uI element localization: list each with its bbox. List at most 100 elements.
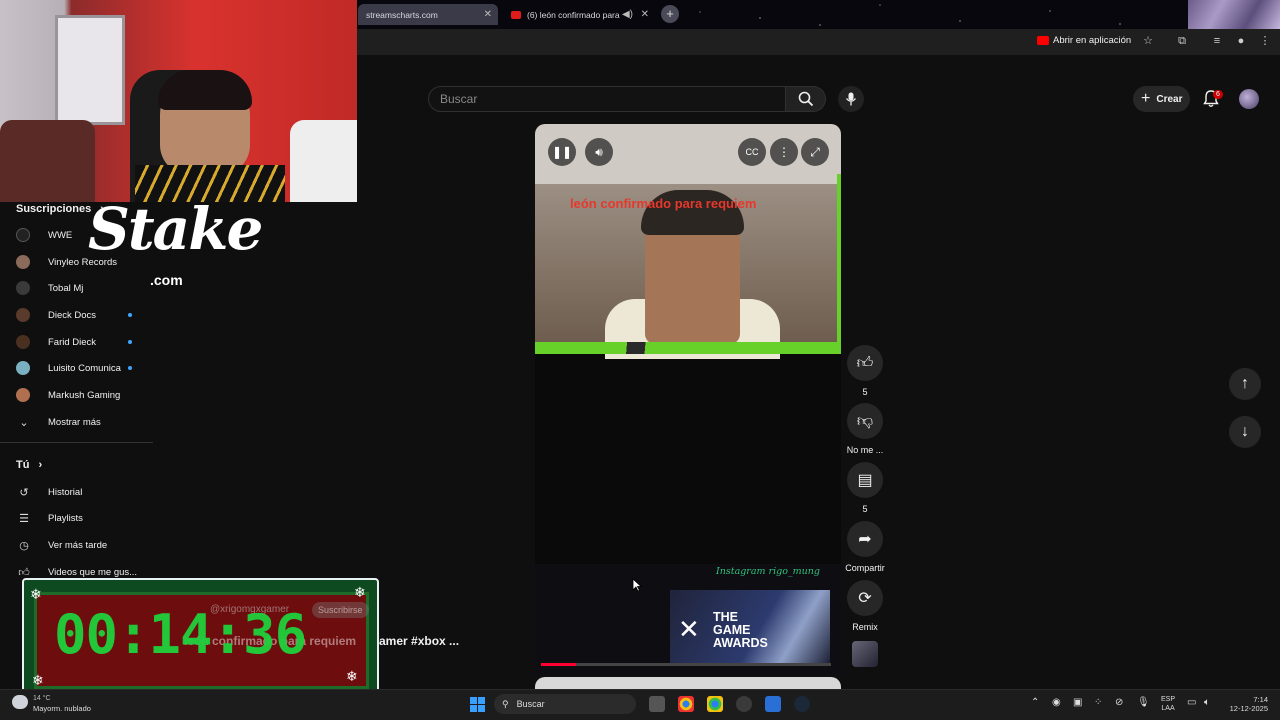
open-in-app-button[interactable]: Abrir en aplicación bbox=[1037, 35, 1131, 46]
sidebar-item-markush-gaming[interactable]: Markush Gaming bbox=[16, 384, 156, 406]
pause-button[interactable]: ❚❚ bbox=[548, 138, 576, 166]
next-short-peek bbox=[535, 677, 841, 689]
channel-avatar bbox=[16, 308, 30, 322]
search-icon bbox=[798, 91, 813, 107]
new-content-dot bbox=[128, 366, 132, 370]
sidebar-item-playlists[interactable]: ☰ Playlists bbox=[16, 507, 156, 529]
you-heading[interactable]: Tú › bbox=[16, 459, 42, 471]
remix-label: Remix bbox=[852, 622, 878, 632]
like-action[interactable]: 👍︎ 5 bbox=[846, 345, 884, 397]
discord-icon[interactable]: ◉ bbox=[1052, 697, 1061, 708]
photos-icon[interactable] bbox=[765, 696, 781, 712]
microphone-icon[interactable]: 🎙︎ bbox=[1137, 697, 1150, 708]
speaker-icon[interactable]: ◀) bbox=[622, 9, 633, 20]
keyboard-language[interactable]: ESP LAA bbox=[1161, 695, 1175, 713]
tab-youtube-short[interactable]: (6) león confirmado para ◀) ✕ bbox=[503, 4, 655, 25]
instagram-tag: Instagram rigo_mung bbox=[716, 566, 820, 577]
sidebar-divider bbox=[0, 442, 153, 443]
new-tab-button[interactable]: + bbox=[661, 5, 679, 23]
task-view-icon[interactable] bbox=[649, 696, 665, 712]
shorts-player[interactable]: león confirmado para requiem ❚❚ 🔊︎ CC ⋮ … bbox=[535, 124, 841, 564]
like-count: 5 bbox=[862, 387, 868, 397]
display-icon[interactable]: ▭ bbox=[1187, 697, 1196, 708]
comments-action[interactable]: ▤ 5 bbox=[846, 462, 884, 514]
remix-button[interactable]: ⟳ bbox=[847, 580, 883, 616]
webcam-background-sofa bbox=[0, 120, 95, 202]
tray-grid-icon[interactable]: ⁘ bbox=[1094, 697, 1102, 708]
network-icon[interactable]: ⊘ bbox=[1115, 697, 1123, 708]
windows-start-button[interactable] bbox=[470, 697, 485, 712]
captions-icon: CC bbox=[745, 147, 759, 157]
pause-icon: ❚❚ bbox=[551, 145, 573, 159]
close-icon[interactable]: ✕ bbox=[641, 9, 649, 20]
arrow-up-icon: ↑ bbox=[1241, 375, 1249, 392]
sidebar-item-label: Historial bbox=[48, 486, 83, 498]
clock-date: 12-12-2025 bbox=[1229, 704, 1268, 713]
dislike-action[interactable]: 👎︎ No me ... bbox=[846, 403, 884, 455]
tray-app-icon[interactable]: ▣ bbox=[1073, 697, 1082, 708]
new-content-dot bbox=[128, 313, 132, 317]
tab-streamscharts[interactable]: streamscharts.com ✕ bbox=[358, 4, 498, 25]
next-short-button[interactable]: ↓ bbox=[1229, 416, 1261, 448]
like-button[interactable]: 👍︎ bbox=[847, 345, 883, 381]
more-options-button[interactable]: ⋮ bbox=[770, 138, 798, 166]
channel-avatar bbox=[16, 361, 30, 375]
previous-short-button[interactable]: ↑ bbox=[1229, 368, 1261, 400]
share-button[interactable]: ➦ bbox=[847, 521, 883, 557]
taskbar-search-label: Buscar bbox=[516, 699, 545, 709]
layout-code: LAA bbox=[1161, 705, 1175, 712]
sidebar-item-watch-later[interactable]: ◷ Ver más tarde bbox=[16, 534, 156, 556]
fullscreen-button[interactable]: ⤢ bbox=[801, 138, 829, 166]
sidebar-item-luisito-comunica[interactable]: Luisito Comunica bbox=[16, 357, 156, 379]
taskbar-clock[interactable]: 7:14 12-12-2025 bbox=[1224, 695, 1268, 713]
dislike-label: No me ... bbox=[846, 445, 884, 455]
close-icon[interactable]: ✕ bbox=[484, 9, 492, 20]
menu-icon[interactable]: ⋮ bbox=[1258, 34, 1272, 48]
steam-icon[interactable] bbox=[794, 696, 810, 712]
windows-taskbar bbox=[0, 689, 1280, 720]
sidebar-item-label: Ver más tarde bbox=[48, 539, 108, 551]
captions-button[interactable]: CC bbox=[738, 138, 766, 166]
comments-count: 5 bbox=[862, 504, 868, 514]
tray-chevron-up-icon[interactable]: ⌃ bbox=[1031, 697, 1039, 708]
voice-search-button[interactable] bbox=[838, 86, 864, 112]
weather-cloud-icon bbox=[12, 695, 28, 709]
webcam-background-chair bbox=[290, 120, 357, 202]
extensions-icon[interactable]: ⧉ bbox=[1175, 34, 1189, 48]
chrome-icon[interactable] bbox=[678, 696, 694, 712]
star-icon[interactable]: ☆ bbox=[1141, 34, 1155, 48]
sidebar-item-farid-dieck[interactable]: Farid Dieck bbox=[16, 331, 156, 353]
show-more-button[interactable]: ⌄ Mostrar más bbox=[16, 411, 156, 433]
remix-icon: ⟳ bbox=[858, 590, 872, 607]
sound-thumbnail[interactable] bbox=[852, 641, 878, 667]
sidebar-item-tobal-mj[interactable]: Tobal Mj bbox=[16, 277, 156, 299]
stake-logo-suffix: .com bbox=[150, 272, 183, 288]
game-awards-line: AWARDS bbox=[713, 636, 768, 650]
language-code: ESP bbox=[1161, 696, 1176, 703]
remix-action[interactable]: ⟳ Remix bbox=[846, 580, 884, 632]
mouse-cursor-icon bbox=[632, 578, 642, 592]
chrome-active-icon[interactable] bbox=[707, 696, 723, 712]
history-icon: ↺ bbox=[19, 486, 29, 499]
search-button[interactable] bbox=[786, 86, 826, 112]
video-progress-bar[interactable] bbox=[541, 663, 831, 666]
start-logo-tile bbox=[470, 705, 477, 712]
taskbar-search[interactable]: ⚲ Buscar bbox=[494, 694, 636, 714]
dislike-button[interactable]: 👎︎ bbox=[847, 403, 883, 439]
video-progress-fill bbox=[541, 663, 576, 666]
sidebar-item-history[interactable]: ↺ Historial bbox=[16, 481, 156, 503]
create-button[interactable]: + Crear bbox=[1133, 86, 1190, 112]
snowflake-icon: ❄ bbox=[346, 668, 358, 684]
app-with-alert-icon[interactable] bbox=[736, 696, 752, 712]
volume-button[interactable]: 🔊︎ bbox=[585, 138, 613, 166]
sidebar-item-dieck-docs[interactable]: Dieck Docs bbox=[16, 304, 156, 326]
media-controls-icon[interactable]: ≡ bbox=[1210, 34, 1224, 48]
search-input[interactable]: Buscar bbox=[428, 86, 786, 112]
thumbs-down-icon: 👎︎ bbox=[856, 412, 874, 430]
comments-button[interactable]: ▤ bbox=[847, 462, 883, 498]
timer-digits: 00:14:36 bbox=[54, 603, 307, 666]
speaker-icon[interactable]: 🔈︎ bbox=[1204, 697, 1210, 708]
share-action[interactable]: ➦ Compartir bbox=[845, 521, 885, 573]
profile-icon[interactable]: ● bbox=[1234, 34, 1248, 48]
account-avatar[interactable] bbox=[1239, 89, 1259, 109]
